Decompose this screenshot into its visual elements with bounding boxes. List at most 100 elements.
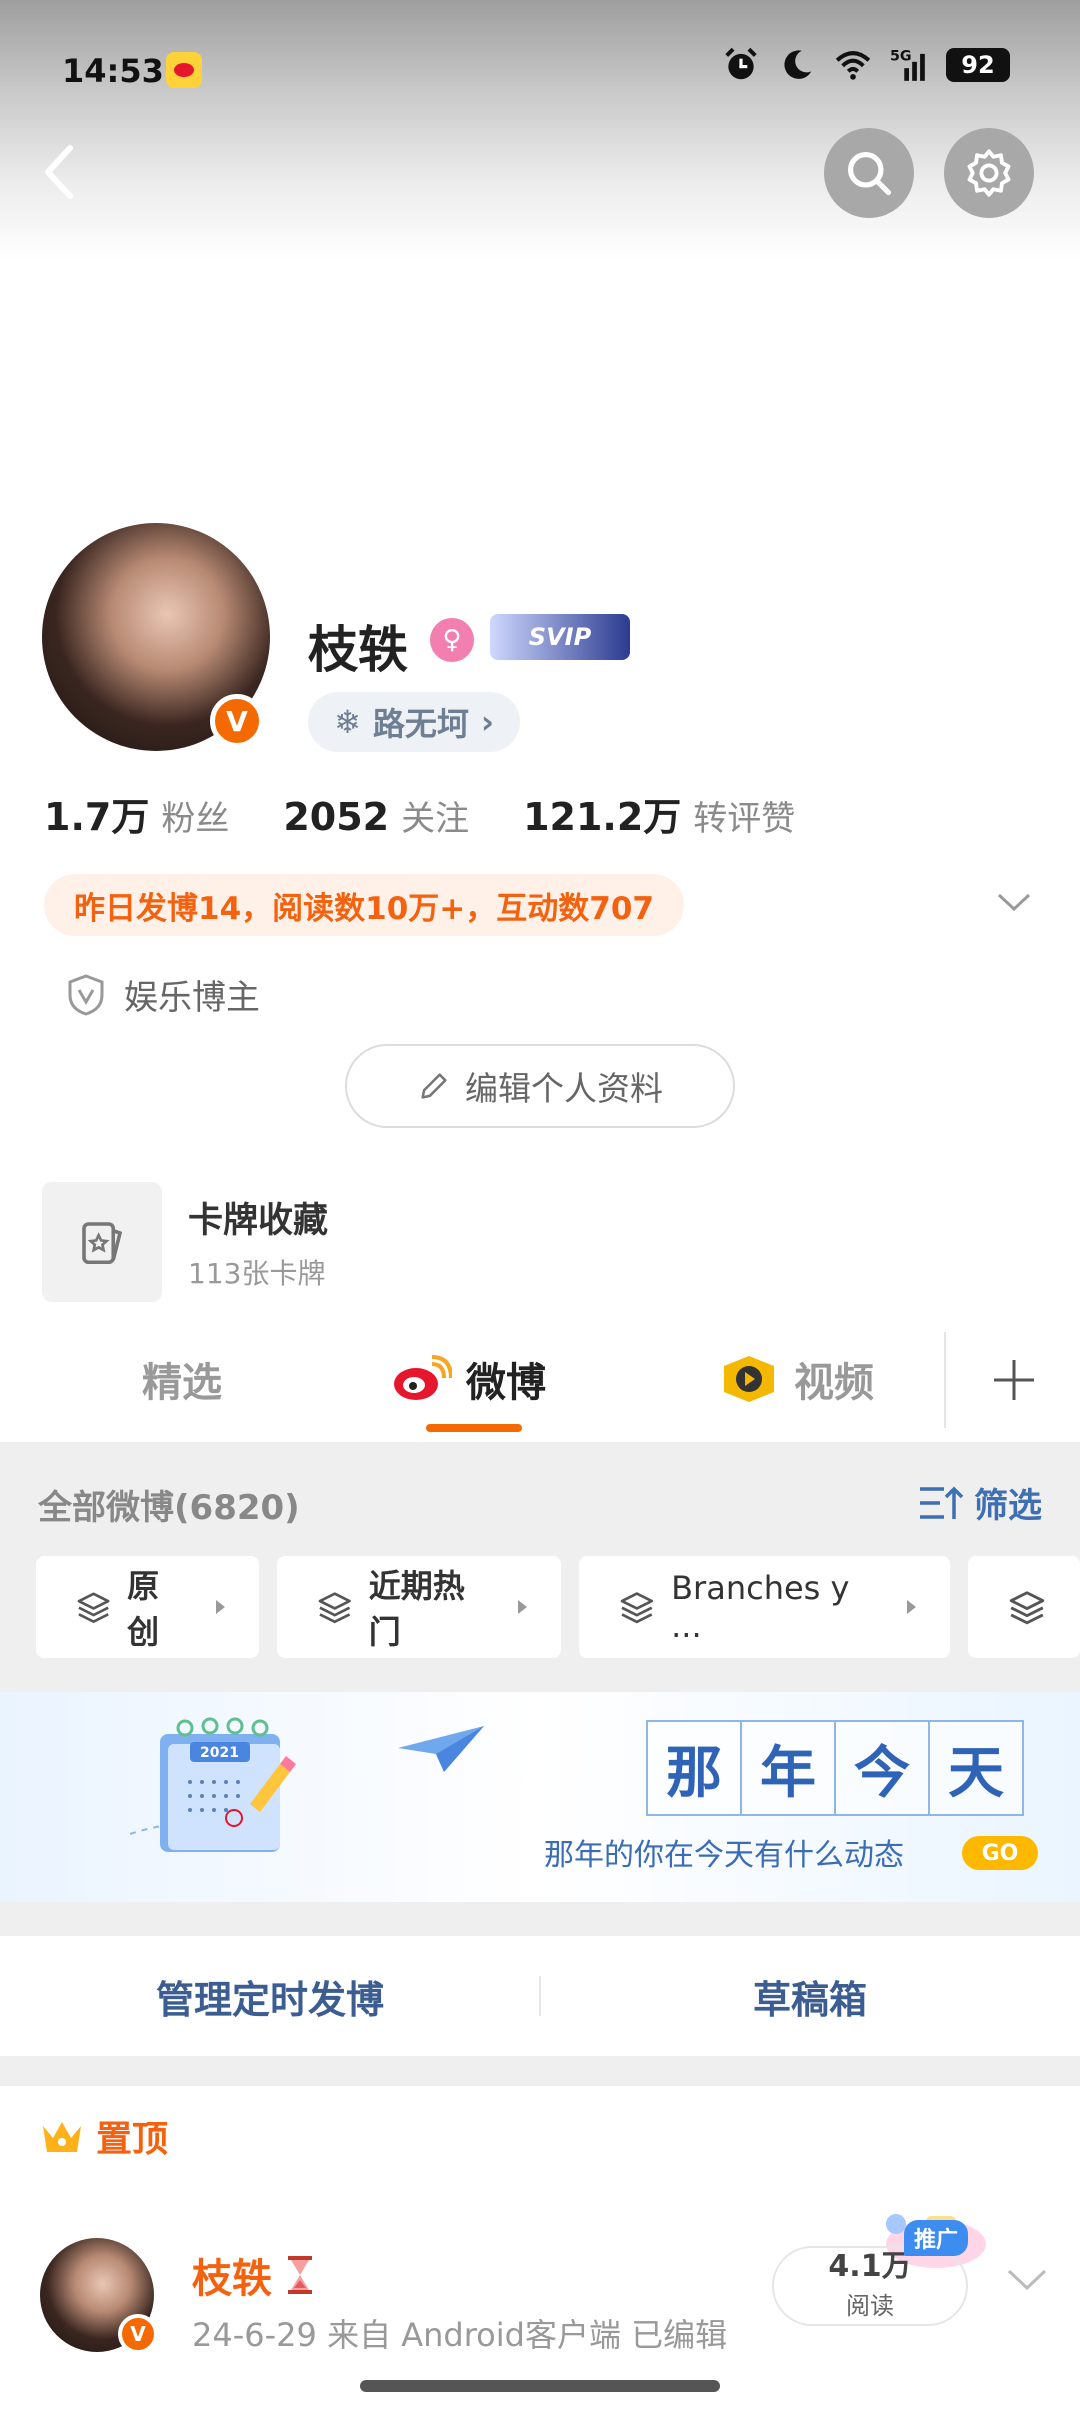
drafts-button[interactable]: 草稿箱 [540, 1936, 1080, 2056]
shield-v-icon [68, 973, 104, 1016]
activity-summary-chip[interactable]: 昨日发博14，阅读数10万+，互动数707 [44, 874, 684, 936]
signal-5g-icon: 5G [890, 48, 925, 81]
triangle-right-icon [907, 1600, 916, 1614]
status-icons: 5G 92 [722, 46, 1010, 84]
post-author-name: 枝轶 [192, 2256, 272, 2302]
status-time: 14:53 [62, 52, 164, 90]
do-not-disturb-moon-icon [784, 50, 812, 79]
filter-icon [920, 1486, 964, 1519]
edit-profile-button[interactable]: 编辑个人资料 [345, 1044, 735, 1128]
search-icon [847, 151, 892, 196]
location-chip[interactable]: ❄ 路无坷 › [308, 692, 521, 752]
profile-username: 枝轶 [308, 621, 408, 679]
battery-indicator: 92 [946, 48, 1010, 82]
stat-label: 关注 [401, 799, 470, 839]
female-gender-icon: ♀ [430, 618, 474, 662]
layers-icon [621, 1592, 654, 1624]
calendar-year-text: 2021 [200, 1745, 239, 1761]
read-count-pill[interactable]: 4.1万 阅读 [772, 2246, 968, 2326]
pencil-icon [421, 1073, 447, 1099]
tab-weibo[interactable]: 微博 [392, 1350, 546, 1408]
edit-profile-label: 编辑个人资料 [465, 1069, 663, 1108]
title-char: 今 [834, 1720, 930, 1816]
active-tab-indicator [426, 1424, 522, 1432]
network-type-text: 5G [890, 48, 912, 64]
chip-label: Branches y ... [671, 1569, 850, 1645]
chip-more[interactable] [968, 1556, 1080, 1658]
location-label: 路无坷 [372, 705, 469, 743]
scheduled-posts-button[interactable]: 管理定时发博 [0, 1936, 540, 2056]
verified-v-badge-icon: V [210, 694, 264, 748]
gear-icon [967, 149, 1011, 197]
triangle-right-icon [216, 1600, 226, 1614]
search-button[interactable] [824, 128, 914, 218]
manage-row: 管理定时发博 草稿箱 [0, 1936, 1080, 2056]
chevron-right-icon: › [480, 703, 495, 741]
plus-icon[interactable] [990, 1356, 1038, 1404]
on-this-day-banner[interactable]: 2021 那 年 今 天 那年的你在今天有什么动态 GO [0, 1692, 1080, 1902]
snowflake-icon: ❄ [334, 703, 361, 741]
hourglass-icon [288, 2256, 312, 2294]
chip-label: 原创 [127, 1567, 160, 1651]
post-author[interactable]: 枝轶 [192, 2246, 318, 2304]
section-gap [0, 1902, 1080, 1936]
tab-label: 精选 [142, 1360, 222, 1406]
stat-engagement[interactable]: 121.2万 转评赞 [523, 786, 795, 841]
read-count: 4.1万 [828, 2248, 912, 2284]
blogger-category[interactable]: 娱乐博主 [66, 970, 260, 1019]
triangle-right-icon [518, 1600, 528, 1614]
stat-value: 121.2万 [523, 795, 682, 839]
home-indicator[interactable] [360, 2380, 720, 2392]
title-char: 天 [928, 1720, 1024, 1816]
stat-label: 转评赞 [693, 799, 796, 839]
stat-label: 粉丝 [161, 799, 230, 839]
category-label: 娱乐博主 [124, 978, 260, 1018]
title-char: 那 [646, 1720, 742, 1816]
stat-followers[interactable]: 1.7万 粉丝 [44, 786, 229, 841]
wifi-icon [835, 51, 871, 80]
card-collection-title: 卡牌收藏 [188, 1201, 329, 1241]
on-this-day-title: 那 年 今 天 [646, 1720, 1024, 1816]
layers-icon [318, 1592, 352, 1624]
section-gap [0, 2056, 1080, 2086]
svip-badge[interactable]: SVIP [490, 614, 630, 660]
paper-plane-icon [398, 1726, 484, 1772]
tab-video[interactable]: 视频 [718, 1350, 874, 1408]
read-label: 阅读 [846, 2291, 894, 2320]
chip-recent-hot[interactable]: 近期热门 [277, 1556, 562, 1658]
stat-value: 2052 [283, 795, 390, 839]
post-meta: 24-6-29 来自 Android客户端 已编辑 [192, 2316, 728, 2354]
go-button[interactable]: GO [962, 1836, 1038, 1870]
profile-stats: 1.7万 粉丝 2052 关注 121.2万 转评赞 [44, 786, 795, 841]
layers-icon [1009, 1591, 1045, 1625]
video-icon [724, 1356, 774, 1402]
promote-badge[interactable]: 推广 [904, 2220, 969, 2256]
chip-label: 近期热门 [368, 1567, 465, 1651]
crown-icon [43, 2122, 81, 2152]
tab-divider [944, 1332, 946, 1428]
chevron-down-icon[interactable] [1006, 2266, 1048, 2292]
tab-featured[interactable]: 精选 [142, 1350, 222, 1408]
card-collection-count: 113张卡牌 [188, 1257, 326, 1290]
tab-label: 视频 [794, 1360, 874, 1406]
filter-label: 筛选 [974, 1486, 1042, 1526]
pinned-label: 置顶 [96, 2119, 169, 2160]
back-arrow-icon[interactable] [36, 140, 86, 204]
chip-original[interactable]: 原创 [36, 1556, 260, 1658]
stat-value: 1.7万 [44, 795, 150, 839]
stat-following[interactable]: 2052 关注 [283, 791, 469, 840]
filter-button[interactable]: 筛选 [918, 1478, 1042, 1527]
card-icon [42, 1182, 162, 1302]
settings-button[interactable] [944, 128, 1034, 218]
chevron-down-icon[interactable] [996, 890, 1032, 914]
status-bar: 14:53 5G 92 [0, 0, 1080, 140]
verified-v-badge-icon: V [118, 2314, 158, 2354]
chip-branches[interactable]: Branches y ... [579, 1556, 950, 1658]
card-collection[interactable]: 卡牌收藏 113张卡牌 [42, 1182, 1022, 1302]
profile-tabs: 精选 微博 视频 [0, 1320, 1080, 1440]
title-char: 年 [740, 1720, 836, 1816]
banner-subtitle: 那年的你在今天有什么动态 [544, 1838, 904, 1873]
alarm-icon [725, 47, 757, 80]
tab-label: 微博 [466, 1360, 546, 1406]
layers-icon [77, 1592, 110, 1624]
